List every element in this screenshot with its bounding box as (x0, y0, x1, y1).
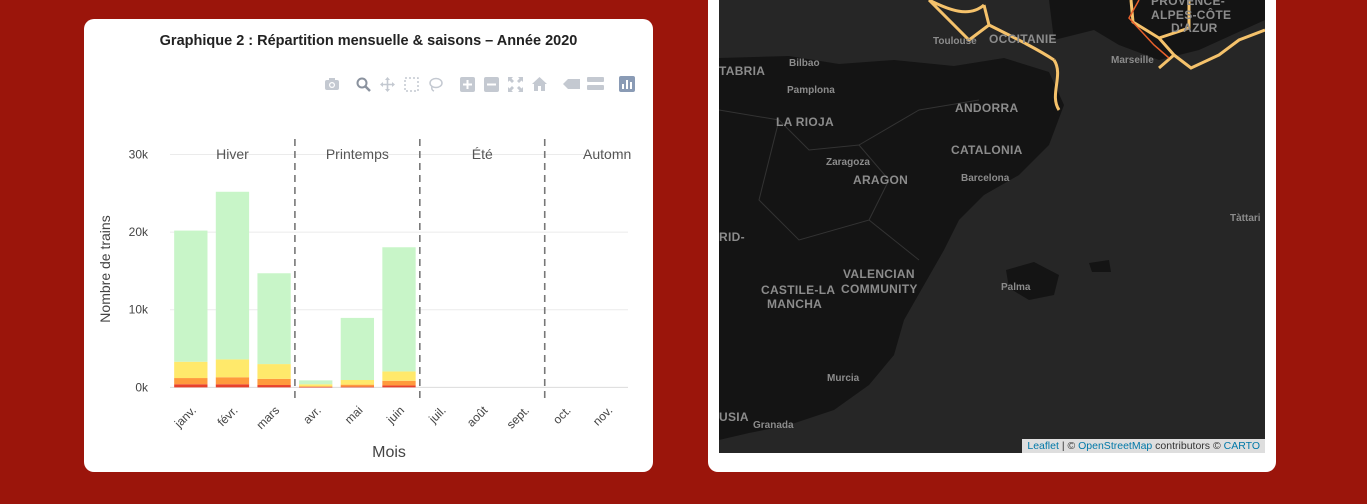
bar-segment (215, 359, 250, 378)
x-tick-label: sept. (504, 403, 532, 431)
bar-segment (257, 364, 291, 379)
carto-link[interactable]: CARTO (1224, 440, 1260, 452)
reset-axes-icon[interactable] (530, 75, 548, 93)
map-city-label: Granada (753, 420, 794, 431)
bar-segment (299, 386, 333, 388)
bar-segment (174, 230, 208, 362)
bar-segment (174, 378, 208, 385)
openstreetmap-link[interactable]: OpenStreetMap (1078, 440, 1152, 452)
bar-segment (257, 378, 291, 386)
map-card: OCCITANIE PROVENCE- ALPES-CÔTE D'AZUR AN… (708, 0, 1276, 472)
bar-segment (299, 386, 333, 387)
chart-title: Graphique 2 : Répartition mensuelle & sa… (159, 33, 578, 49)
attribution-text: contributors © (1152, 440, 1224, 452)
x-tick-label: mai (342, 403, 366, 427)
map-city-label: Marseille (1111, 55, 1154, 66)
compare-data-icon[interactable] (586, 75, 604, 93)
zoom-in-icon[interactable] (458, 75, 476, 93)
bar-segment (340, 317, 375, 380)
map-region-label: CASTILE-LA (761, 283, 836, 297)
map-region-label: PROVENCE- (1151, 0, 1226, 8)
map-region-label: USIA (719, 410, 749, 424)
map-region-label: LA RIOJA (776, 115, 834, 129)
map-city-label: Tàttari (1230, 213, 1261, 224)
y-axis-title: Nombre de trains (97, 215, 113, 322)
camera-icon[interactable] (323, 75, 341, 93)
map-region-label: MANCHA (767, 297, 823, 311)
map-region-label: ANDORRA (955, 101, 1019, 115)
leaflet-map[interactable]: OCCITANIE PROVENCE- ALPES-CÔTE D'AZUR AN… (719, 0, 1265, 453)
lasso-icon[interactable] (426, 75, 444, 93)
box-select-icon[interactable] (402, 75, 420, 93)
map-city-label: Bilbao (789, 58, 820, 69)
map-region-label: RID- (719, 230, 745, 244)
bar-segment (340, 384, 375, 387)
bar-segment (257, 273, 291, 365)
y-tick-label: 0k (135, 380, 149, 394)
season-label: Été (472, 146, 493, 162)
map-city-label: Barcelona (961, 173, 1010, 184)
map-city-label: Zaragoza (826, 157, 870, 168)
x-tick-label: avr. (300, 403, 324, 427)
bar-segment (340, 379, 375, 385)
map-city-label: Murcia (827, 373, 860, 384)
bar-segment (299, 380, 333, 385)
x-tick-label: juil. (425, 403, 448, 426)
map-region-label: ALPES-CÔTE (1151, 8, 1232, 22)
bar-segment (215, 384, 250, 388)
x-tick-label: août (464, 403, 491, 430)
y-tick-label: 20k (129, 225, 149, 239)
map-region-label: VALENCIAN (843, 267, 915, 281)
plotly-logo-icon[interactable] (618, 75, 636, 93)
season-label: Automn (583, 146, 631, 162)
map-region-label: D'AZUR (1171, 21, 1218, 35)
map-region-label: ARAGON (853, 173, 909, 187)
bar-segment (174, 361, 208, 379)
bar-segment (257, 385, 291, 388)
bar-segment (299, 384, 333, 387)
bar-segment (382, 380, 416, 386)
x-tick-label: juin (383, 403, 407, 427)
attribution-sep: | © (1058, 440, 1079, 452)
pan-icon[interactable] (378, 75, 396, 93)
map-city-label: Pamplona (787, 85, 835, 96)
map-region-label: COMMUNITY (841, 282, 918, 296)
bar-segment (382, 247, 416, 372)
zoom-icon[interactable] (354, 75, 372, 93)
x-tick-label: nov. (590, 403, 615, 428)
x-tick-label: mars (253, 403, 282, 432)
x-tick-label: févr. (215, 403, 241, 429)
bar-segment (340, 386, 375, 388)
map-region-label: TABRIA (719, 64, 766, 78)
bar-segment (215, 377, 250, 385)
bar-segment (215, 191, 250, 360)
spike-lines-icon[interactable] (562, 75, 580, 93)
map-region-label: OCCITANIE (989, 32, 1057, 46)
x-tick-label: janv. (171, 403, 199, 431)
season-label: Hiver (216, 146, 249, 162)
chart-card: Graphique 2 : Répartition mensuelle & sa… (84, 19, 653, 472)
zoom-out-icon[interactable] (482, 75, 500, 93)
x-axis-title: Mois (372, 444, 406, 461)
leaflet-link[interactable]: Leaflet (1027, 440, 1059, 452)
bar-segment (382, 371, 416, 381)
autoscale-icon[interactable] (506, 75, 524, 93)
map-region-label: CATALONIA (951, 143, 1023, 157)
bar-segment (174, 384, 208, 388)
x-tick-label: oct. (550, 403, 574, 427)
map-city-label: Palma (1001, 282, 1031, 293)
season-label: Printemps (326, 146, 389, 162)
y-tick-label: 30k (129, 148, 149, 162)
map-city-label: Toulouse (933, 36, 977, 47)
map-attribution: Leaflet | © OpenStreetMap contributors ©… (1022, 439, 1265, 453)
y-tick-label: 10k (129, 303, 149, 317)
bar-segment (382, 385, 416, 388)
